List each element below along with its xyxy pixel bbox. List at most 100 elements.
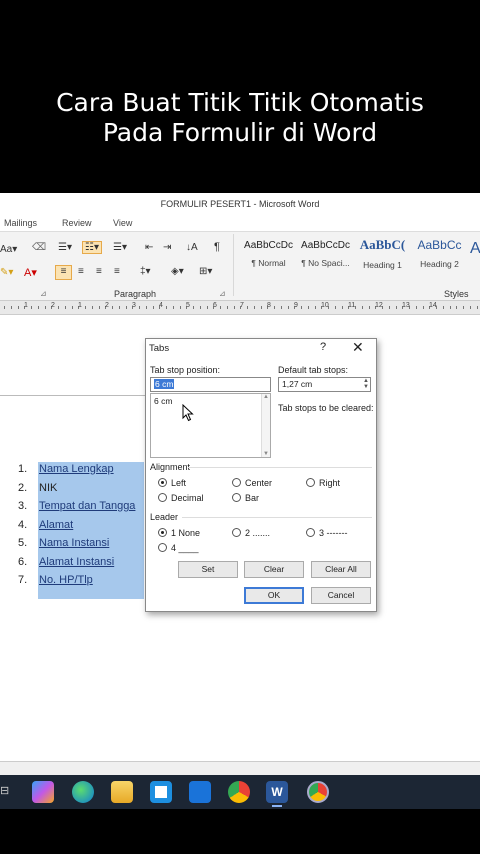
copilot-icon[interactable]	[32, 781, 54, 803]
styles-more-icon[interactable]: A	[470, 240, 480, 258]
tab-review[interactable]: Review	[62, 218, 92, 228]
align-center-button[interactable]: ≡	[78, 266, 84, 277]
increase-indent-icon[interactable]: ⇥	[163, 242, 171, 253]
chrome-profile-icon[interactable]	[307, 781, 329, 803]
widgets-icon[interactable]: ⊟	[0, 784, 9, 797]
clear-all-button[interactable]: Clear All	[311, 561, 371, 578]
alignment-center-radio[interactable]	[232, 478, 241, 487]
decrease-indent-icon[interactable]: ⇤	[145, 242, 153, 253]
list-item[interactable]: 2. NIK	[18, 482, 135, 501]
multilevel-list-icon[interactable]: ☰▾	[113, 242, 127, 253]
tab-view[interactable]: View	[113, 218, 132, 228]
style-heading-2[interactable]: AaBbCc Heading 2	[411, 234, 468, 280]
style-heading-1[interactable]: AaBbC( Heading 1	[354, 234, 411, 280]
horizontal-ruler[interactable]: 1 2 1 2 3 4 5 6 7 8 9 10 11 12 13 14	[0, 301, 480, 315]
store-icon[interactable]	[150, 781, 172, 803]
list-item[interactable]: 6. Alamat Instansi	[18, 556, 135, 575]
tab-mailings[interactable]: Mailings	[4, 218, 37, 228]
word-icon[interactable]: W	[266, 781, 288, 803]
taskbar: ⊟ W	[0, 775, 480, 809]
ribbon-tabs: Mailings Review View	[0, 215, 480, 231]
tab-stop-item[interactable]: 6 cm	[154, 396, 172, 406]
show-formatting-icon[interactable]: ¶	[214, 241, 220, 253]
ruler-tick	[442, 306, 444, 309]
list-item[interactable]: 5. Nama Instansi	[18, 537, 135, 556]
change-case-button[interactable]: Aa▾	[0, 244, 17, 255]
alignment-bar-radio[interactable]	[232, 493, 241, 502]
list-item[interactable]: 3. Tempat dan Tangga	[18, 500, 135, 519]
tab-stop-position-label: Tab stop position:	[150, 365, 221, 375]
numbering-icon[interactable]: ☷▾	[82, 241, 102, 254]
list-item[interactable]: 1. Nama Lengkap	[18, 463, 135, 482]
caption-line-2: Pada Formulir di Word	[102, 118, 378, 147]
scroll-up-icon[interactable]: ▲	[263, 394, 269, 400]
list-item[interactable]: 4. Alamat	[18, 519, 135, 538]
leader-dashes-radio[interactable]	[306, 528, 315, 537]
font-color-icon[interactable]: A▾	[24, 266, 37, 279]
ruler-tick	[145, 306, 147, 309]
ruler-tick	[139, 306, 140, 309]
alignment-right-radio[interactable]	[306, 478, 315, 487]
alignment-left-radio[interactable]	[158, 478, 167, 487]
style-label: ¶ No Spaci...	[301, 258, 350, 268]
align-left-button[interactable]: ≡	[55, 265, 72, 280]
ruler-number: 2	[51, 302, 55, 309]
clear-format-icon[interactable]: ⌫	[32, 242, 46, 253]
tab-stops-to-be-cleared-label: Tab stops to be cleared:	[278, 403, 374, 413]
line-spacing-icon[interactable]: ‡▾	[140, 266, 151, 277]
ruler-tick	[388, 306, 390, 309]
chrome-icon[interactable]	[228, 781, 250, 803]
mail-icon[interactable]	[189, 781, 211, 803]
set-button[interactable]: Set	[178, 561, 238, 578]
tabs-dialog: Tabs ? ✕ Tab stop position: 6 cm 6 cm ▲ …	[145, 338, 377, 612]
scroll-down-icon[interactable]: ▼	[263, 451, 269, 457]
alignment-center-label: Center	[245, 478, 273, 488]
style-no-spacing[interactable]: AaBbCcDc ¶ No Spaci...	[297, 234, 354, 280]
leader-none-radio[interactable]	[158, 528, 167, 537]
highlight-icon[interactable]: ✎▾	[0, 267, 13, 278]
group-paragraph-label: Paragraph	[114, 289, 157, 299]
tab-stop-position-value: 6 cm	[154, 379, 175, 389]
sort-icon[interactable]: ↓A	[186, 242, 198, 253]
close-icon[interactable]: ✕	[352, 339, 364, 356]
font-dialog-launcher-icon[interactable]: ⊿	[40, 289, 47, 298]
list-number: 1.	[18, 463, 28, 475]
list-number: 3.	[18, 500, 28, 512]
style-normal[interactable]: AaBbCcDc ¶ Normal	[240, 234, 297, 280]
tab-stops-listbox[interactable]: 6 cm ▲ ▼	[150, 393, 271, 458]
borders-icon[interactable]: ⊞▾	[199, 266, 212, 277]
list-text: Alamat	[39, 518, 74, 531]
shading-icon[interactable]: ◈▾	[171, 266, 184, 277]
alignment-right-label: Right	[319, 478, 341, 488]
ruler-number: 9	[294, 302, 298, 309]
edge-icon[interactable]	[72, 781, 94, 803]
spinner-icon[interactable]: ▲ ▼	[363, 378, 369, 390]
bullets-icon[interactable]: ☰▾	[58, 242, 72, 253]
cancel-button[interactable]: Cancel	[311, 587, 371, 604]
alignment-decimal-radio[interactable]	[158, 493, 167, 502]
align-right-button[interactable]: ≡	[96, 266, 102, 277]
ruler-tick	[226, 306, 228, 309]
list-item[interactable]: 7. No. HP/Tlp	[18, 574, 135, 593]
leader-dots-radio[interactable]	[232, 528, 241, 537]
ruler-tick	[260, 306, 262, 309]
leader-dots-label: 2 .......	[245, 528, 271, 538]
clear-button[interactable]: Clear	[244, 561, 304, 578]
ruler-tick	[10, 306, 12, 309]
ruler-number: 5	[186, 302, 190, 309]
listbox-scrollbar[interactable]: ▲ ▼	[261, 394, 270, 457]
ruler-tick	[361, 306, 363, 309]
numbered-list[interactable]: 1. Nama Lengkap 2. NIK 3. Tempat dan Tangga 4.…	[18, 463, 135, 593]
tab-stop-position-input[interactable]: 6 cm	[150, 377, 271, 392]
style-preview: AaBbCc	[417, 238, 462, 252]
leader-underline-radio[interactable]	[158, 543, 167, 552]
help-icon[interactable]: ?	[320, 341, 326, 353]
ruler-number: 2	[105, 302, 109, 309]
ruler-tick	[456, 306, 458, 309]
paragraph-dialog-launcher-icon[interactable]: ⊿	[219, 289, 226, 298]
file-explorer-icon[interactable]	[111, 781, 133, 803]
ok-button[interactable]: OK	[244, 587, 304, 604]
default-tab-stops-input[interactable]: 1,27 cm ▲ ▼	[278, 377, 371, 392]
justify-button[interactable]: ≡	[114, 266, 120, 277]
ruler-tick	[280, 306, 282, 309]
